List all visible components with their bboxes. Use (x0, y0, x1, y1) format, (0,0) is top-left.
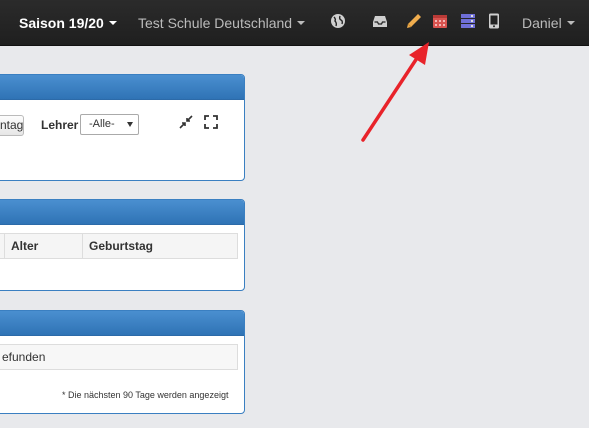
result-message: efunden (0, 344, 238, 370)
expand-icon[interactable] (204, 115, 218, 132)
column-header-age[interactable]: Alter (4, 234, 82, 258)
chevron-down-icon (108, 21, 117, 25)
mobile-icon[interactable] (488, 13, 506, 31)
filter-button[interactable]: ntag (0, 115, 24, 136)
school-label: Test Schule Deutschland (138, 15, 293, 31)
result-message-text: efunden (2, 350, 46, 364)
calendar-icon[interactable] (432, 13, 450, 31)
filter-button-label: ntag (0, 118, 24, 132)
season-label: Saison 19/20 (19, 15, 104, 31)
chevron-down-icon (297, 21, 306, 25)
teacher-label: Lehrer (41, 118, 79, 132)
chevron-down-icon (566, 21, 575, 25)
panel-heading (0, 200, 244, 225)
column-header-birthday[interactable]: Geburtstag (82, 234, 238, 258)
globe-icon[interactable] (330, 13, 348, 31)
user-name: Daniel (522, 15, 562, 31)
annotation-arrow-icon (355, 38, 435, 151)
birthday-table: Alter Geburtstag (0, 233, 238, 259)
footnote: * Die nächsten 90 Tage werden angezeigt (62, 390, 229, 400)
teacher-select[interactable]: -Alle- (80, 114, 139, 135)
season-dropdown[interactable]: Saison 19/20 (19, 0, 117, 46)
panel-heading (0, 75, 244, 100)
teacher-select-value: -Alle- (89, 118, 115, 130)
column-header-label: Alter (11, 239, 39, 253)
top-navbar: Saison 19/20 Test Schule Deutschland Dan… (0, 0, 589, 46)
column-header-label: Geburtstag (89, 239, 154, 253)
panel-heading (0, 311, 244, 336)
compress-icon[interactable] (179, 115, 193, 132)
inbox-icon[interactable] (372, 13, 390, 31)
server-icon[interactable] (460, 13, 478, 31)
pencil-icon[interactable] (406, 13, 424, 31)
user-dropdown[interactable]: Daniel (522, 0, 575, 46)
chevron-down-icon (127, 122, 133, 127)
school-dropdown[interactable]: Test Schule Deutschland (138, 0, 306, 46)
